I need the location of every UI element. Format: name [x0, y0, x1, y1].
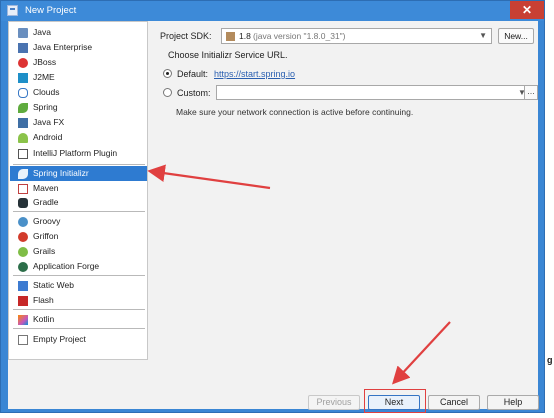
arrow-to-next-button — [392, 321, 451, 385]
annotation-arrows — [147, 164, 451, 385]
arrow-to-spring-initializr — [147, 164, 271, 190]
